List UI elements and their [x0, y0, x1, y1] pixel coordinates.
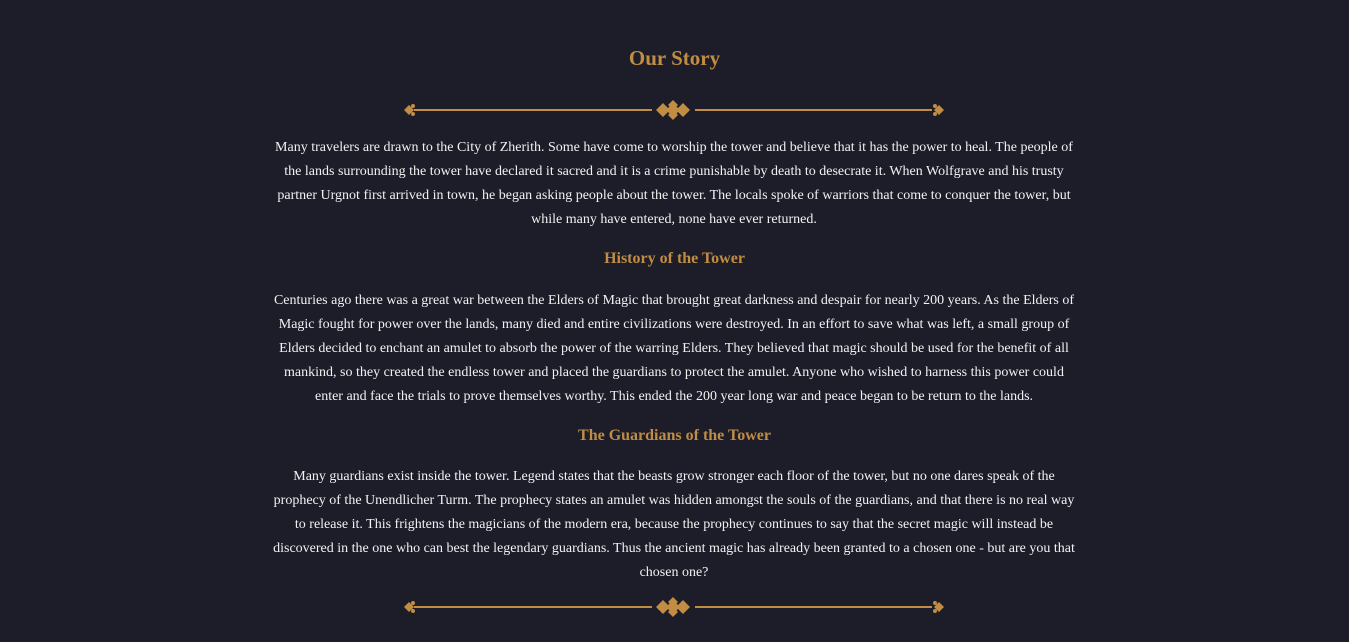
section-body-guardians: Many guardians exist inside the tower. L… [273, 469, 1075, 580]
section-heading-history: History of the Tower [604, 250, 745, 267]
page-title: Our Story [628, 46, 721, 70]
story-intro-paragraph: Many travelers are drawn to the City of … [275, 140, 1073, 227]
section-heading-guardians: The Guardians of the Tower [578, 427, 771, 444]
story-section: Our Story Many travelers are drawn to th [0, 0, 1349, 642]
ornamental-divider-icon [400, 97, 948, 123]
section-body-history: Centuries ago there was a great war betw… [273, 293, 1075, 404]
ornamental-divider-icon [400, 594, 948, 620]
